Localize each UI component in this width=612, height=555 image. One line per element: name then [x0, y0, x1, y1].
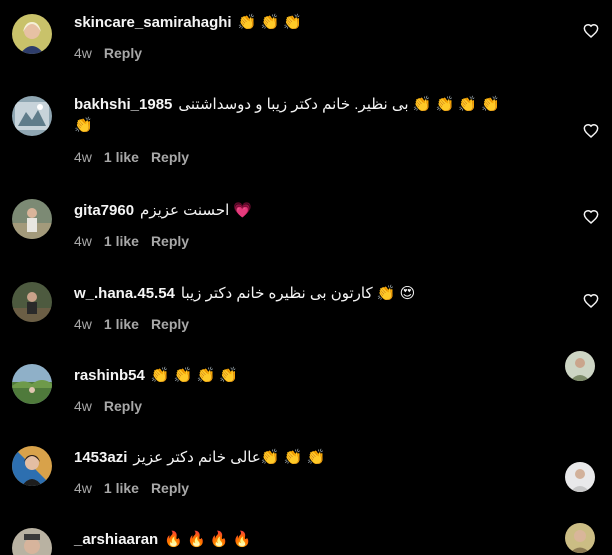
- likes-count-link[interactable]: 1 like: [104, 233, 139, 249]
- comment-age: 4w: [74, 45, 92, 61]
- comment-age: 4w: [74, 149, 92, 165]
- comment-age: 4w: [74, 398, 92, 414]
- comment-item: bakhshi_1985 بی نظیر. خانم دکتر زیبا و دو…: [0, 93, 560, 168]
- reply-button[interactable]: Reply: [151, 480, 189, 496]
- like-heart-icon[interactable]: [583, 293, 599, 309]
- comment-text: 👏 👏 👏 👏: [150, 367, 239, 384]
- avatar[interactable]: [12, 446, 52, 486]
- comment-username[interactable]: w_.hana.45.54: [74, 285, 175, 302]
- comment-text: 👏 👏 👏: [237, 14, 302, 31]
- avatar[interactable]: [12, 96, 52, 136]
- avatar[interactable]: [12, 199, 52, 239]
- avatar[interactable]: [12, 14, 52, 54]
- comment-text: احسنت عزیزم 💗: [140, 202, 253, 219]
- comment-username[interactable]: rashinb54: [74, 367, 145, 384]
- comment-text: بی نظیر. خانم دکتر زیبا و دوسداشتنی 👏 👏 …: [178, 96, 500, 113]
- avatar[interactable]: [12, 528, 52, 555]
- reply-button[interactable]: Reply: [104, 45, 142, 61]
- comment-item: gita7960 احسنت عزیزم 💗 4w 1 like Reply: [0, 199, 560, 254]
- like-heart-icon[interactable]: [583, 123, 599, 139]
- comment-text: عالی خانم دکتر عزیز👏 👏 👏: [133, 449, 326, 466]
- avatar[interactable]: [12, 364, 52, 404]
- avatar[interactable]: [12, 282, 52, 322]
- comment-item: w_.hana.45.54 کارتون بی نظیره خانم دکتر ز…: [0, 282, 560, 337]
- comment-age: 4w: [74, 480, 92, 496]
- reply-button[interactable]: Reply: [151, 149, 189, 165]
- comment-text-continuation: 👏: [74, 117, 93, 134]
- comment-item: rashinb54 👏 👏 👏 👏 4w Reply: [0, 364, 560, 419]
- comment-username[interactable]: _arshiaaran: [74, 531, 158, 548]
- like-heart-icon[interactable]: [583, 209, 599, 225]
- comment-item: skincare_samirahaghi 👏 👏 👏 4w Reply: [0, 10, 560, 70]
- comment-username[interactable]: skincare_samirahaghi: [74, 14, 232, 31]
- comment-text: 🔥 🔥 🔥 🔥: [164, 531, 252, 548]
- comment-age: 4w: [74, 233, 92, 249]
- comment-username[interactable]: bakhshi_1985: [74, 96, 172, 113]
- comment-text: کارتون بی نظیره خانم دکتر زیبا 👏 😍: [180, 285, 416, 302]
- likes-count-link[interactable]: 1 like: [104, 149, 139, 165]
- side-avatar[interactable]: [565, 523, 595, 553]
- side-avatar[interactable]: [565, 462, 595, 492]
- reply-button[interactable]: Reply: [151, 233, 189, 249]
- comment-item: _arshiaaran 🔥 🔥 🔥 🔥: [0, 528, 560, 555]
- comment-age: 4w: [74, 316, 92, 332]
- reply-button[interactable]: Reply: [104, 398, 142, 414]
- side-avatar[interactable]: [565, 351, 595, 381]
- like-heart-icon[interactable]: [583, 23, 599, 39]
- likes-count-link[interactable]: 1 like: [104, 316, 139, 332]
- comment-username[interactable]: 1453azi: [74, 449, 127, 466]
- likes-count-link[interactable]: 1 like: [104, 480, 139, 496]
- reply-button[interactable]: Reply: [151, 316, 189, 332]
- comment-item: 1453azi عالی خانم دکتر عزیز👏 👏 👏 4w 1 like…: [0, 446, 560, 501]
- comment-username[interactable]: gita7960: [74, 202, 134, 219]
